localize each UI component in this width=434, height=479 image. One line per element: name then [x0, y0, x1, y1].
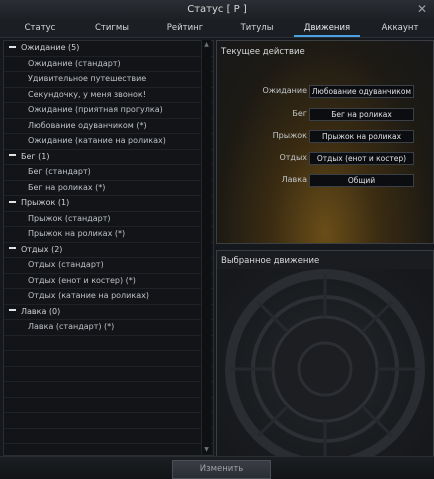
list-item[interactable]: Ожидание (приятная прогулка)	[4, 103, 213, 119]
tab-titles[interactable]: Титулы	[226, 20, 288, 37]
action-label: Прыжок	[272, 131, 307, 140]
action-label: Лавка	[281, 175, 307, 184]
window-title: Статус [ P ]	[187, 4, 247, 15]
tab-bar: Статус Стигмы Рейтинг Титулы Движения Ак…	[0, 20, 434, 38]
scroll-up-icon[interactable]: ▲	[202, 40, 211, 49]
group-label: Бег (1)	[21, 151, 50, 161]
action-value[interactable]: Отдых (енот и костер)	[309, 152, 414, 165]
current-action-heading: Текущее действие	[221, 47, 305, 57]
current-action-panel: Текущее действие Ожидание Любование одув…	[216, 40, 434, 244]
list-item[interactable]: Секундочку, у меня звонок!	[4, 88, 213, 103]
emblem-background	[217, 251, 433, 463]
tab-status[interactable]: Статус	[0, 20, 80, 37]
action-value[interactable]: Общий	[309, 174, 414, 187]
list-item[interactable]: Ожидание (стандарт)	[4, 57, 213, 72]
group-idle[interactable]: Ожидание (5)	[4, 41, 213, 57]
list-item[interactable]: Отдых (стандарт)	[4, 258, 213, 274]
title-bar: Статус [ P ] ✕	[0, 0, 434, 21]
list-item[interactable]: Любование одуванчиком (*)	[4, 119, 213, 134]
empty-row	[4, 413, 213, 429]
scroll-down-icon[interactable]: ▼	[202, 445, 211, 454]
close-icon[interactable]: ✕	[416, 3, 428, 15]
group-label: Лавка (0)	[21, 306, 61, 316]
tab-motions[interactable]: Движения	[288, 20, 366, 37]
tab-account[interactable]: Аккаунт	[366, 20, 434, 37]
empty-row	[4, 444, 213, 455]
action-row-idle: Ожидание Любование одуванчиком	[217, 85, 433, 98]
list-item[interactable]: Прыжок (стандарт)	[4, 212, 213, 227]
action-label: Отдых	[279, 153, 307, 162]
action-label: Бег	[292, 109, 307, 118]
list-item[interactable]: Удивительное путешествие	[4, 72, 213, 88]
group-bench[interactable]: Лавка (0)	[4, 305, 213, 320]
group-rest[interactable]: Отдых (2)	[4, 243, 213, 258]
action-row-rest: Отдых Отдых (енот и костер)	[217, 152, 433, 165]
tab-stigmas[interactable]: Стигмы	[80, 20, 144, 37]
action-row-run: Бег Бег на роликах	[217, 108, 433, 121]
collapse-icon[interactable]	[9, 45, 16, 48]
action-row-jump: Прыжок Прыжок на роликах	[217, 130, 433, 143]
emote-list: Ожидание (5) Ожидание (стандарт) Удивите…	[3, 40, 214, 456]
list-item[interactable]: Отдых (катание на роликах)	[4, 289, 213, 305]
list-item[interactable]: Отдых (енот и костер) (*)	[4, 274, 213, 289]
empty-row	[4, 382, 213, 398]
bottom-bar: Изменить	[0, 456, 434, 479]
scrollbar[interactable]: ▲ ▼	[201, 40, 211, 454]
empty-row	[4, 351, 213, 367]
list-item[interactable]: Бег на роликах (*)	[4, 181, 213, 196]
change-button[interactable]: Изменить	[172, 460, 271, 479]
action-value[interactable]: Любование одуванчиком	[309, 85, 414, 98]
collapse-icon[interactable]	[9, 247, 16, 249]
group-label: Отдых (2)	[21, 244, 63, 254]
collapse-icon[interactable]	[9, 200, 16, 203]
action-label: Ожидание	[262, 86, 308, 95]
list-item[interactable]: Ожидание (катание на роликах)	[4, 134, 213, 150]
empty-row	[4, 398, 213, 413]
collapse-icon[interactable]	[9, 154, 16, 156]
list-item[interactable]: Лавка (стандарт) (*)	[4, 320, 213, 336]
group-run[interactable]: Бег (1)	[4, 150, 213, 165]
empty-row	[4, 336, 213, 351]
collapse-icon[interactable]	[9, 309, 16, 311]
tab-rating[interactable]: Рейтинг	[144, 20, 226, 37]
action-row-bench: Лавка Общий	[217, 174, 433, 187]
action-value[interactable]: Бег на роликах	[309, 108, 414, 121]
group-jump[interactable]: Прыжок (1)	[4, 196, 213, 212]
group-label: Прыжок (1)	[21, 198, 70, 207]
empty-row	[4, 367, 213, 382]
list-item[interactable]: Бег (стандарт)	[4, 165, 213, 181]
selected-motion-heading: Выбранное движение	[221, 256, 320, 266]
empty-row	[4, 429, 213, 444]
list-item[interactable]: Прыжок на роликах (*)	[4, 227, 213, 243]
action-value[interactable]: Прыжок на роликах	[309, 130, 414, 143]
selected-motion-panel: Выбранное движение	[216, 250, 434, 464]
group-label: Ожидание (5)	[21, 43, 80, 52]
